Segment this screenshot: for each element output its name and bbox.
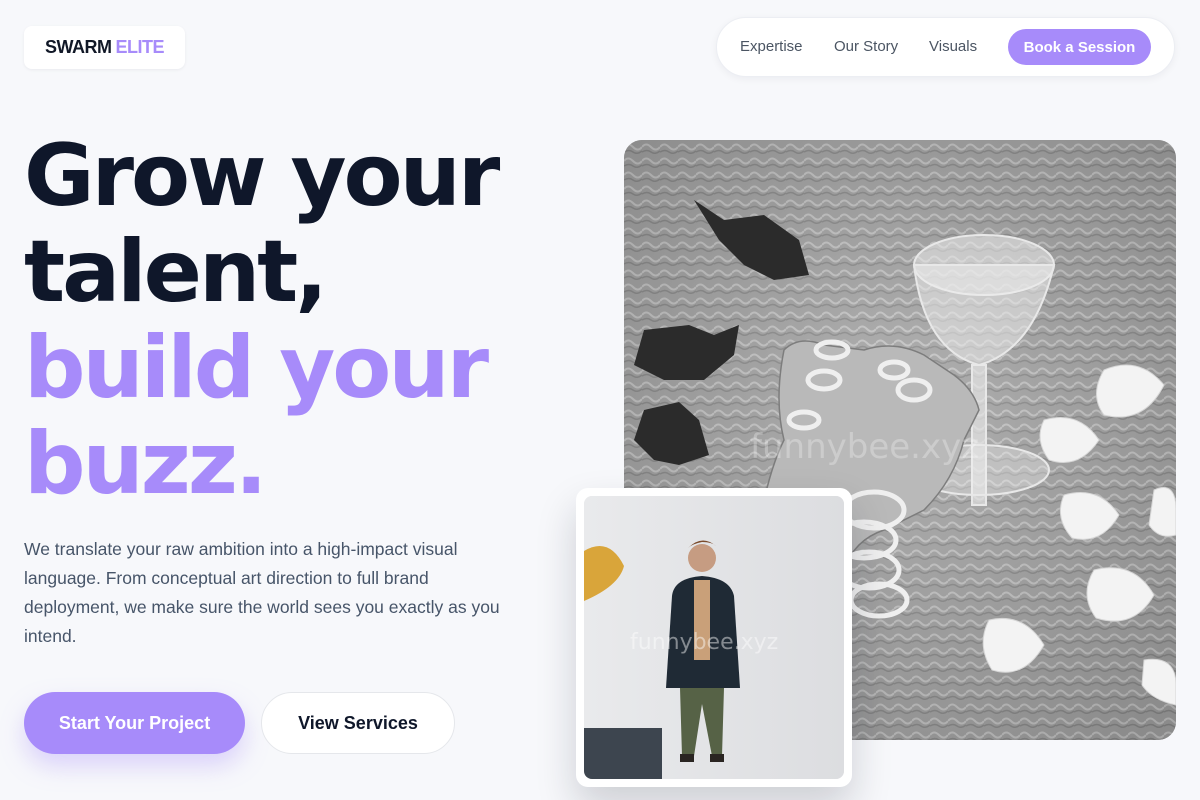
brand-logo[interactable]: SWARM ELITE: [24, 26, 185, 69]
main-navigation: Expertise Our Story Visuals Book a Sessi…: [716, 17, 1175, 77]
hero-title-line-1: Grow your: [24, 126, 500, 226]
hero-secondary-image-card: funnybee.xyz: [576, 488, 852, 787]
nav-link-our-story[interactable]: Our Story: [834, 18, 898, 76]
book-session-button[interactable]: Book a Session: [1008, 29, 1151, 65]
hero-title-line-4: buzz.: [24, 414, 268, 514]
hero-description: We translate your raw ambition into a hi…: [24, 539, 500, 646]
nav-link-visuals[interactable]: Visuals: [929, 18, 977, 76]
hero-title: Grow your talent, build your buzz.: [24, 126, 500, 514]
brand-name-primary: SWARM: [44, 37, 112, 57]
watermark-main: funnybee.xyz: [750, 427, 979, 467]
brand-name-accent: ELITE: [115, 37, 164, 57]
view-services-button[interactable]: View Services: [261, 692, 455, 754]
start-project-button[interactable]: Start Your Project: [24, 692, 245, 754]
hero-title-line-3: build your: [24, 318, 489, 418]
watermark-card: funnybee.xyz: [630, 630, 778, 655]
nav-link-expertise[interactable]: Expertise: [740, 18, 803, 76]
hero-title-line-2: talent,: [24, 222, 328, 322]
portrait-photo: funnybee.xyz: [584, 496, 844, 779]
